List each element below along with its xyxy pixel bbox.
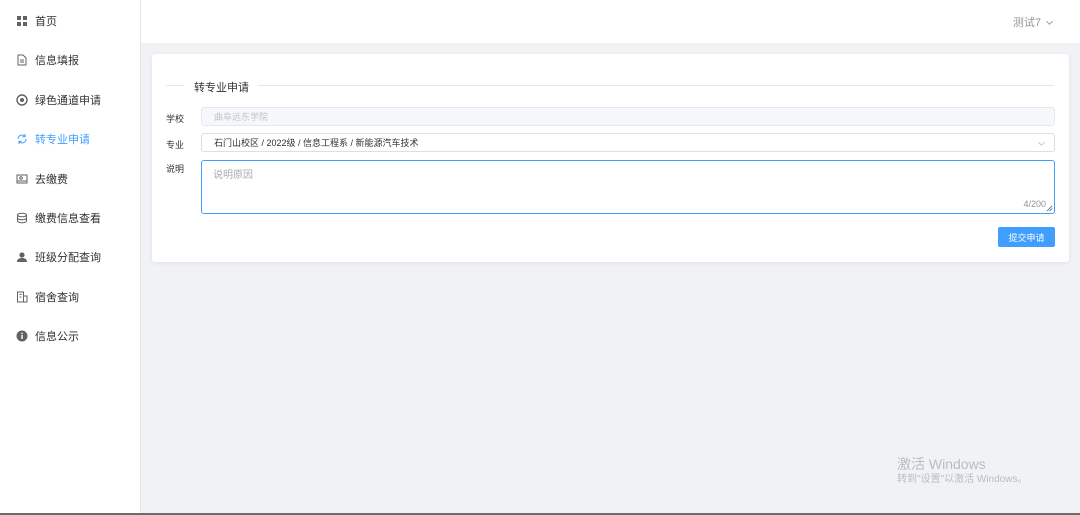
sidebar-item-label: 班级分配查询	[35, 252, 101, 264]
user-menu[interactable]: 测试7	[1013, 14, 1054, 30]
sidebar-item-label: 宿舍查询	[35, 292, 79, 304]
chevron-down-icon	[1046, 20, 1053, 25]
sidebar: 首页 信息填报 绿色通道申请 转专业申请 去缴费 缴费信息查看 班级分配查询 宿…	[0, 0, 141, 515]
top-header: 测试7	[141, 0, 1080, 43]
sidebar-item-info-notice[interactable]: 信息公示	[0, 321, 140, 351]
sidebar-item-label: 信息填报	[35, 55, 79, 67]
chevron-down-icon	[1038, 141, 1045, 146]
school-value: 曲阜远东学院	[214, 112, 269, 122]
sidebar-item-dorm-query[interactable]: 宿舍查询	[0, 282, 140, 312]
major-label: 专业	[166, 140, 185, 150]
user-name: 测试7	[1012, 17, 1041, 29]
sidebar-item-home[interactable]: 首页	[0, 6, 140, 36]
sidebar-item-label: 去缴费	[35, 174, 68, 186]
school-field: 曲阜远东学院	[201, 107, 1055, 126]
reason-label: 说明	[166, 164, 185, 174]
sidebar-item-label: 缴费信息查看	[35, 213, 101, 225]
grid-icon	[16, 15, 28, 27]
school-label: 学校	[166, 114, 185, 124]
sidebar-item-class-query[interactable]: 班级分配查询	[0, 242, 140, 272]
sidebar-item-info-fill[interactable]: 信息填报	[0, 45, 140, 75]
sidebar-item-payment[interactable]: 去缴费	[0, 164, 140, 194]
payment-card-icon	[16, 173, 28, 185]
sidebar-item-label: 绿色通道申请	[35, 95, 101, 107]
circle-plus-icon	[16, 94, 28, 106]
user-icon	[16, 251, 28, 263]
sidebar-item-label: 首页	[35, 16, 57, 28]
sidebar-item-transfer-major[interactable]: 转专业申请	[0, 124, 140, 154]
sidebar-item-payment-info[interactable]: 缴费信息查看	[0, 203, 140, 233]
char-counter: 4/200	[1023, 199, 1046, 209]
divider	[166, 85, 184, 86]
major-value: 石门山校区 / 2022级 / 信息工程系 / 新能源汽车技术	[214, 138, 419, 148]
sidebar-item-green-channel[interactable]: 绿色通道申请	[0, 85, 140, 115]
form-title: 转专业申请	[194, 82, 249, 94]
info-icon	[16, 330, 28, 342]
database-icon	[16, 212, 28, 224]
watermark-subtitle: 转到"设置"以激活 Windows。	[897, 474, 1028, 485]
reason-placeholder: 说明原因	[213, 170, 253, 181]
resize-handle-icon[interactable]	[1046, 205, 1053, 212]
refresh-icon	[16, 133, 28, 145]
watermark-title: 激活 Windows	[897, 456, 986, 472]
sidebar-item-label: 信息公示	[35, 331, 79, 343]
divider	[258, 85, 1054, 86]
building-icon	[16, 291, 28, 303]
document-icon	[16, 54, 28, 66]
major-select[interactable]: 石门山校区 / 2022级 / 信息工程系 / 新能源汽车技术	[201, 133, 1055, 152]
submit-button[interactable]: 提交申请	[998, 227, 1055, 247]
transfer-form-card: 转专业申请 学校 曲阜远东学院 专业 石门山校区 / 2022级 / 信息工程系…	[152, 54, 1069, 262]
windows-activation-watermark: 激活 Windows 转到"设置"以激活 Windows。	[897, 455, 1027, 487]
sidebar-item-label: 转专业申请	[35, 134, 90, 146]
reason-textarea[interactable]: 说明原因 4/200	[201, 160, 1055, 214]
